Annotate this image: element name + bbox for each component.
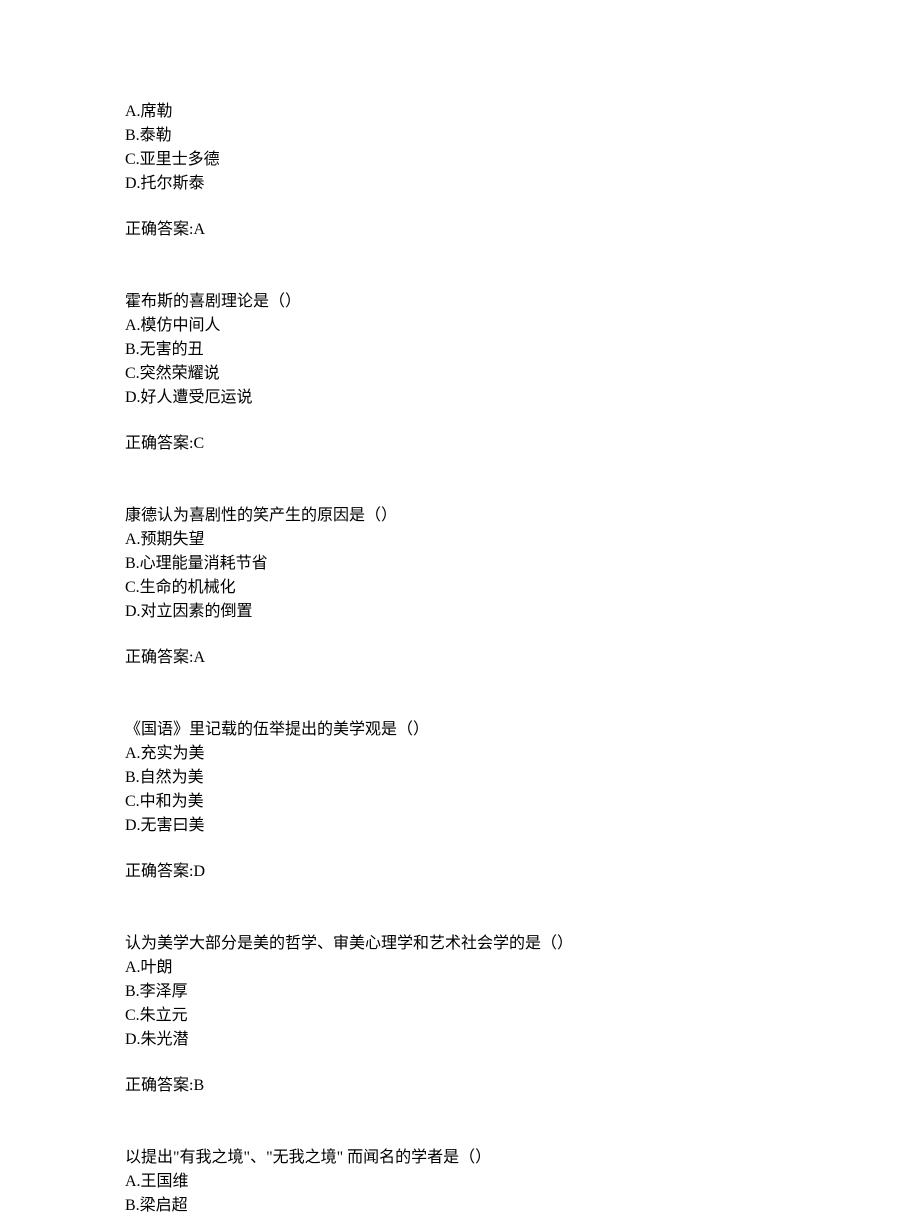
question-block-6: 以提出"有我之境"、"无我之境" 而闻名的学者是（） A.王国维 B.梁启超 — [125, 1146, 795, 1218]
option-c: C.突然荣耀说 — [125, 362, 795, 386]
question-text: 康德认为喜剧性的笑产生的原因是（） — [125, 504, 795, 528]
question-text: 霍布斯的喜剧理论是（） — [125, 290, 795, 314]
option-a: A.预期失望 — [125, 528, 795, 552]
option-a: A.模仿中间人 — [125, 314, 795, 338]
option-d: D.无害曰美 — [125, 814, 795, 838]
question-block-3: 康德认为喜剧性的笑产生的原因是（） A.预期失望 B.心理能量消耗节省 C.生命… — [125, 504, 795, 670]
option-b: B.泰勒 — [125, 124, 795, 148]
question-text: 以提出"有我之境"、"无我之境" 而闻名的学者是（） — [125, 1146, 795, 1170]
option-b: B.李泽厚 — [125, 980, 795, 1004]
option-a: A.充实为美 — [125, 742, 795, 766]
question-block-2: 霍布斯的喜剧理论是（） A.模仿中间人 B.无害的丑 C.突然荣耀说 D.好人遭… — [125, 290, 795, 456]
option-d: D.朱光潜 — [125, 1028, 795, 1052]
option-c: C.朱立元 — [125, 1004, 795, 1028]
option-d: D.对立因素的倒置 — [125, 600, 795, 624]
option-c: C.亚里士多德 — [125, 148, 795, 172]
question-block-4: 《国语》里记载的伍举提出的美学观是（） A.充实为美 B.自然为美 C.中和为美… — [125, 718, 795, 884]
option-d: D.托尔斯泰 — [125, 172, 795, 196]
option-a: A.叶朗 — [125, 956, 795, 980]
question-text: 《国语》里记载的伍举提出的美学观是（） — [125, 718, 795, 742]
answer-text: 正确答案:A — [125, 218, 795, 242]
option-b: B.梁启超 — [125, 1194, 795, 1218]
option-c: C.中和为美 — [125, 790, 795, 814]
answer-text: 正确答案:C — [125, 432, 795, 456]
option-a: A.席勒 — [125, 100, 795, 124]
question-block-5: 认为美学大部分是美的哲学、审美心理学和艺术社会学的是（） A.叶朗 B.李泽厚 … — [125, 932, 795, 1098]
question-text: 认为美学大部分是美的哲学、审美心理学和艺术社会学的是（） — [125, 932, 795, 956]
option-b: B.心理能量消耗节省 — [125, 552, 795, 576]
option-b: B.自然为美 — [125, 766, 795, 790]
answer-text: 正确答案:A — [125, 646, 795, 670]
option-b: B.无害的丑 — [125, 338, 795, 362]
option-d: D.好人遭受厄运说 — [125, 386, 795, 410]
option-a: A.王国维 — [125, 1170, 795, 1194]
question-block-1: A.席勒 B.泰勒 C.亚里士多德 D.托尔斯泰 正确答案:A — [125, 100, 795, 242]
answer-text: 正确答案:B — [125, 1074, 795, 1098]
option-c: C.生命的机械化 — [125, 576, 795, 600]
answer-text: 正确答案:D — [125, 860, 795, 884]
